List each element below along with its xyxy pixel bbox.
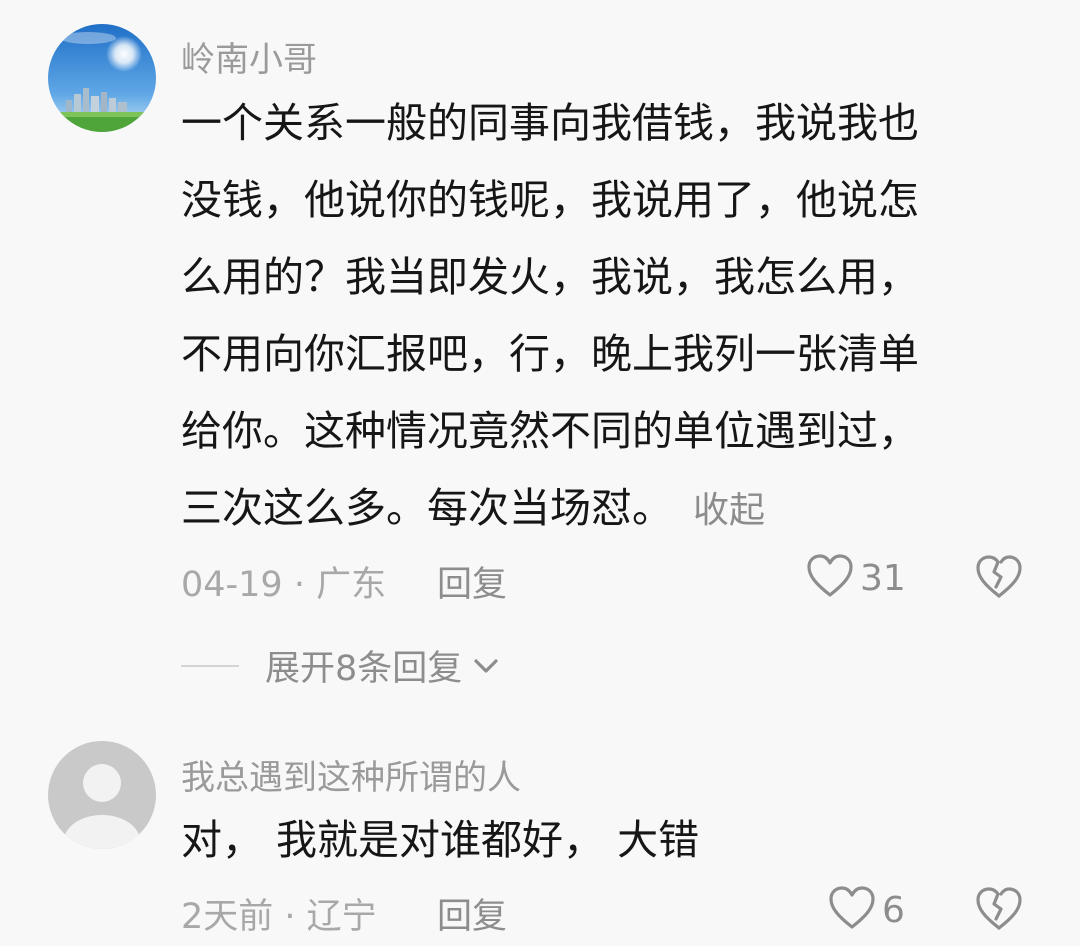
dislike-button[interactable] xyxy=(974,886,1024,936)
broken-heart-icon xyxy=(974,555,1024,604)
comment-username[interactable]: 岭南小哥 xyxy=(181,32,317,81)
comment-item: 我总遇到这种所谓的人 对， 我就是对谁都好， 大错 2天前 · 辽宁 回复 6 xyxy=(0,720,1080,946)
comment-username[interactable]: 我总遇到这种所谓的人 xyxy=(181,750,521,799)
comment-text-line: 没钱，他说你的钱呢，我说用了，他说怎 xyxy=(181,176,919,224)
avatar[interactable] xyxy=(48,741,156,849)
avatar[interactable] xyxy=(48,24,156,132)
comment-text-line: 三次这么多。每次当场怼。 xyxy=(181,484,673,532)
expand-replies-label: 展开8条回复 xyxy=(265,649,463,689)
comment-meta: 2天前 · 辽宁 xyxy=(181,888,377,939)
comment-location: 广东 xyxy=(316,565,387,605)
comment-meta: 04-19 · 广东 xyxy=(181,556,386,607)
like-count: 31 xyxy=(860,557,906,599)
comment-text-line-last: 三次这么多。每次当场怼。 收起 xyxy=(181,470,919,547)
comment-text-line: 给你。这种情况竟然不同的单位遇到过， xyxy=(181,407,919,455)
collapse-link[interactable]: 收起 xyxy=(693,490,765,531)
heart-outline-icon xyxy=(828,885,876,935)
like-button[interactable]: 6 xyxy=(828,885,905,935)
comment-date: 04-19 xyxy=(181,565,283,605)
comment-date: 2天前 xyxy=(181,897,274,937)
like-button[interactable]: 31 xyxy=(806,553,906,603)
dislike-button[interactable] xyxy=(974,554,1024,604)
comment-text: 一个关系一般的同事向我借钱，我说我也 没钱，他说你的钱呢，我说用了，他说怎 么用… xyxy=(181,85,919,547)
comment-text-line: 不用向你汇报吧，行，晚上我列一张清单 xyxy=(181,330,919,378)
comment-text-line: 一个关系一般的同事向我借钱，我说我也 xyxy=(181,99,919,147)
like-count: 6 xyxy=(882,889,905,931)
chevron-down-icon xyxy=(472,656,500,676)
reply-button[interactable]: 回复 xyxy=(437,556,507,607)
broken-heart-icon xyxy=(974,887,1024,936)
heart-outline-icon xyxy=(806,553,854,603)
expand-replies[interactable]: 展开8条回复 xyxy=(181,640,500,691)
comment-text-line: 么用的？我当即发火，我说，我怎么用， xyxy=(181,253,919,301)
reply-button[interactable]: 回复 xyxy=(437,888,507,939)
comment-item: 岭南小哥 一个关系一般的同事向我借钱，我说我也 没钱，他说你的钱呢，我说用了，他… xyxy=(0,0,1080,720)
comment-text: 对， 我就是对谁都好， 大错 xyxy=(181,816,700,864)
comment-location: 辽宁 xyxy=(306,897,377,937)
meta-separator: · xyxy=(273,897,307,937)
divider xyxy=(181,664,239,667)
meta-separator: · xyxy=(282,565,317,605)
